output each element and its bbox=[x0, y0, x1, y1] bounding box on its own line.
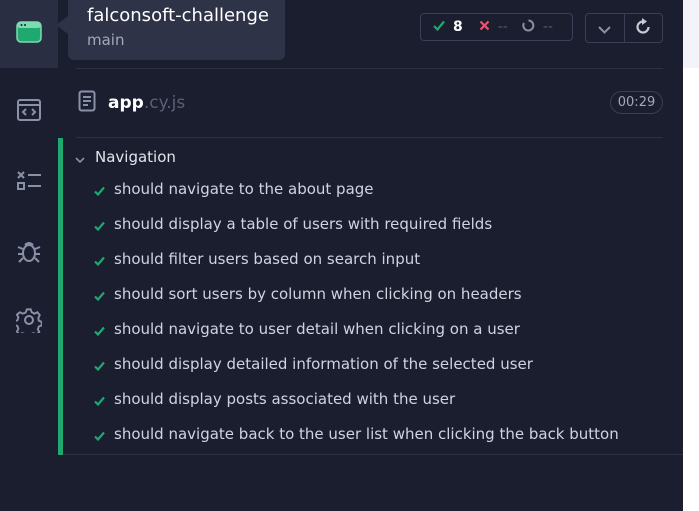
check-icon bbox=[93, 323, 105, 339]
x-icon bbox=[479, 19, 490, 35]
failed-stat: -- bbox=[479, 19, 508, 35]
test-row[interactable]: should display detailed information of t… bbox=[93, 355, 619, 390]
failed-count: -- bbox=[497, 19, 508, 35]
test-title: should display a table of users with req… bbox=[114, 215, 493, 233]
test-row[interactable]: should navigate to user detail when clic… bbox=[93, 320, 619, 355]
check-icon bbox=[93, 253, 105, 269]
test-title: should navigate to the about page bbox=[114, 180, 374, 198]
sidebar-item-specs[interactable] bbox=[0, 0, 58, 68]
test-title: should filter users based on search inpu… bbox=[114, 250, 421, 268]
test-title: should display detailed information of t… bbox=[114, 355, 533, 373]
test-row[interactable]: should filter users based on search inpu… bbox=[93, 250, 619, 285]
test-row[interactable]: should navigate to the about page bbox=[93, 180, 619, 215]
test-title: should display posts associated with the… bbox=[114, 390, 456, 408]
check-icon bbox=[93, 183, 105, 199]
sidebar-item-runs[interactable] bbox=[0, 90, 58, 134]
spec-file-header[interactable]: app .cy.js bbox=[78, 90, 185, 116]
sidebar-item-settings[interactable] bbox=[0, 300, 58, 344]
runs-icon bbox=[16, 98, 42, 126]
right-edge-strip bbox=[683, 0, 699, 511]
spinner-icon bbox=[522, 19, 535, 36]
spec-file-ext: .cy.js bbox=[143, 93, 186, 113]
check-icon bbox=[93, 428, 105, 444]
passed-stat: 8 bbox=[433, 19, 463, 35]
check-icon bbox=[93, 288, 105, 304]
suite-header[interactable]: Navigation bbox=[75, 146, 176, 168]
project-name: falconsoft-challenge bbox=[87, 5, 269, 26]
chevron-down-icon bbox=[598, 19, 611, 38]
test-title: should sort users by column when clickin… bbox=[114, 285, 522, 303]
sidebar-item-test-list[interactable] bbox=[0, 161, 58, 205]
pending-stat: -- bbox=[522, 19, 553, 36]
test-title: should navigate to user detail when clic… bbox=[114, 320, 520, 338]
expand-dropdown-button[interactable] bbox=[586, 14, 625, 42]
chevron-down-icon bbox=[75, 148, 85, 167]
project-tooltip: falconsoft-challenge main bbox=[68, 0, 285, 60]
check-icon bbox=[93, 358, 105, 374]
test-row[interactable]: should display a table of users with req… bbox=[93, 215, 619, 250]
check-icon bbox=[93, 218, 105, 234]
document-icon bbox=[78, 90, 96, 116]
test-stats: 8 -- -- bbox=[420, 13, 573, 41]
branch-name: main bbox=[87, 31, 125, 49]
run-controls bbox=[585, 13, 663, 43]
debug-bug-icon bbox=[16, 238, 42, 268]
rerun-button[interactable] bbox=[625, 14, 663, 42]
check-icon bbox=[433, 19, 445, 35]
divider bbox=[76, 68, 663, 69]
suite-title: Navigation bbox=[95, 148, 176, 166]
specs-icon bbox=[16, 21, 42, 47]
test-suite: Navigation should navigate to the about … bbox=[58, 138, 683, 455]
tooltip-notch bbox=[56, 16, 68, 34]
settings-gear-icon bbox=[13, 307, 43, 338]
spec-duration: 00:29 bbox=[610, 91, 663, 114]
divider bbox=[63, 454, 683, 455]
passed-count: 8 bbox=[453, 19, 463, 35]
test-row[interactable]: should display posts associated with the… bbox=[93, 390, 619, 425]
test-row[interactable]: should sort users by column when clickin… bbox=[93, 285, 619, 320]
test-title: should navigate back to the user list wh… bbox=[114, 425, 619, 443]
sidebar-item-debug[interactable] bbox=[0, 231, 58, 275]
test-list: should navigate to the about page should… bbox=[93, 180, 619, 460]
test-list-icon bbox=[15, 169, 43, 197]
check-icon bbox=[93, 393, 105, 409]
spec-file-name: app bbox=[108, 93, 144, 113]
suite-pass-indicator bbox=[58, 138, 63, 455]
refresh-icon bbox=[635, 17, 651, 39]
pending-count: -- bbox=[542, 19, 553, 35]
sidebar bbox=[0, 0, 59, 511]
